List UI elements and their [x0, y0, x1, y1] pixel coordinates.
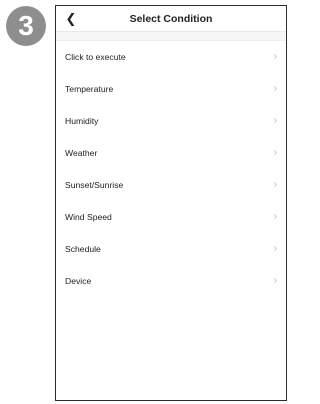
- condition-label: Device: [65, 276, 92, 286]
- step-number-badge: 3: [6, 6, 46, 46]
- chevron-right-icon: ›: [273, 83, 277, 94]
- condition-item-device[interactable]: Device ›: [56, 265, 286, 297]
- chevron-right-icon: ›: [273, 243, 277, 254]
- condition-item-weather[interactable]: Weather ›: [56, 137, 286, 169]
- phone-screen: ❮ Select Condition Click to execute › Te…: [55, 5, 287, 401]
- condition-item-click-to-execute[interactable]: Click to execute ›: [56, 41, 286, 73]
- condition-item-temperature[interactable]: Temperature ›: [56, 73, 286, 105]
- chevron-right-icon: ›: [273, 179, 277, 190]
- header-divider-band: [56, 32, 286, 41]
- condition-label: Schedule: [65, 244, 101, 254]
- condition-label: Humidity: [65, 116, 99, 126]
- chevron-right-icon: ›: [273, 115, 277, 126]
- chevron-right-icon: ›: [273, 147, 277, 158]
- condition-label: Sunset/Sunrise: [65, 180, 124, 190]
- condition-list: Click to execute › Temperature › Humidit…: [56, 41, 286, 297]
- condition-label: Wind Speed: [65, 212, 112, 222]
- condition-item-humidity[interactable]: Humidity ›: [56, 105, 286, 137]
- page-title: Select Condition: [129, 13, 213, 25]
- chevron-right-icon: ›: [273, 51, 277, 62]
- condition-label: Weather: [65, 148, 98, 158]
- top-bar: ❮ Select Condition: [56, 6, 286, 32]
- chevron-right-icon: ›: [273, 275, 277, 286]
- chevron-right-icon: ›: [273, 211, 277, 222]
- condition-item-sunset-sunrise[interactable]: Sunset/Sunrise ›: [56, 169, 286, 201]
- condition-label: Click to execute: [65, 52, 126, 62]
- condition-item-wind-speed[interactable]: Wind Speed ›: [56, 201, 286, 233]
- condition-item-schedule[interactable]: Schedule ›: [56, 233, 286, 265]
- condition-label: Temperature: [65, 84, 114, 94]
